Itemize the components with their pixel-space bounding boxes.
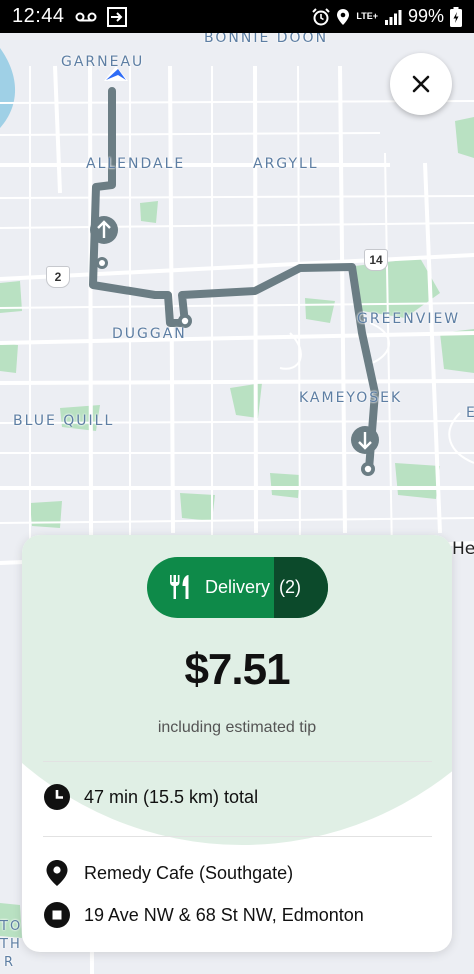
price-subtitle: including estimated tip xyxy=(157,719,317,736)
location-pin-icon xyxy=(43,859,71,887)
location-icon xyxy=(336,8,350,26)
map-label-duggan: DUGGAN xyxy=(112,326,187,342)
delivery-type-pill[interactable]: Delivery (2) xyxy=(147,557,328,618)
clock-icon xyxy=(43,783,71,811)
divider xyxy=(43,836,432,837)
map-label-partial-he: He xyxy=(452,539,474,559)
signal-icon xyxy=(384,9,402,25)
dropoff-row: 19 Ave NW & 68 St NW, Edmonton xyxy=(43,901,364,929)
battery-percentage: 99% xyxy=(407,6,444,26)
dropoff-location-text: 19 Ave NW & 68 St NW, Edmonton xyxy=(84,904,364,925)
pickup-location-text: Remedy Cafe (Southgate) xyxy=(84,862,294,883)
dropoff-square-icon xyxy=(43,901,71,929)
delivery-offer-card[interactable]: Delivery (2) $7.51 including estimated t… xyxy=(22,535,452,952)
map-label-partial-th: TH xyxy=(0,937,22,952)
voicemail-icon xyxy=(75,11,97,23)
alarm-icon xyxy=(312,7,331,26)
highway-shield-2: 2 xyxy=(46,266,70,288)
up-arrow-icon xyxy=(90,216,118,244)
map-label-blue-quill: BLUE QUILL xyxy=(13,413,115,429)
map-label-partial-r: R xyxy=(4,955,16,970)
delivery-type-label: Delivery xyxy=(205,577,271,597)
fork-knife-icon xyxy=(168,574,192,605)
map-label-garneau: GARNEAU xyxy=(61,54,145,70)
route-line xyxy=(89,87,379,473)
cast-icon xyxy=(106,6,127,27)
delivery-count: (2) xyxy=(279,577,301,597)
trip-duration-row: 47 min (15.5 km) total xyxy=(43,783,258,811)
battery-charging-icon xyxy=(450,6,462,27)
map-label-greenview: GREENVIEW xyxy=(357,311,461,327)
trip-duration-text: 47 min (15.5 km) total xyxy=(84,786,259,807)
river xyxy=(0,48,16,128)
status-bar: 12:44 LTE+ 99% xyxy=(0,0,474,33)
map-label-bonnie-doon: BONNIE DOON xyxy=(204,33,329,46)
network-type: LTE+ xyxy=(356,11,378,21)
map-label-kameyosek: KAMEYOSEK xyxy=(299,390,403,406)
highway-shield-14: 14 xyxy=(364,249,388,271)
close-button[interactable] xyxy=(390,53,452,115)
divider xyxy=(43,761,432,762)
pickup-row: Remedy Cafe (Southgate) xyxy=(43,859,293,887)
close-icon xyxy=(412,75,430,93)
map-label-allendale: ALLENDALE xyxy=(86,156,186,172)
map-label-partial-to: TO xyxy=(0,919,23,934)
offer-price: $7.51 xyxy=(184,645,290,694)
map-label-partial-e: E xyxy=(466,405,474,421)
status-time: 12:44 xyxy=(12,5,65,27)
map-label-argyll: ARGYLL xyxy=(253,156,319,172)
down-arrow-icon xyxy=(351,426,379,454)
